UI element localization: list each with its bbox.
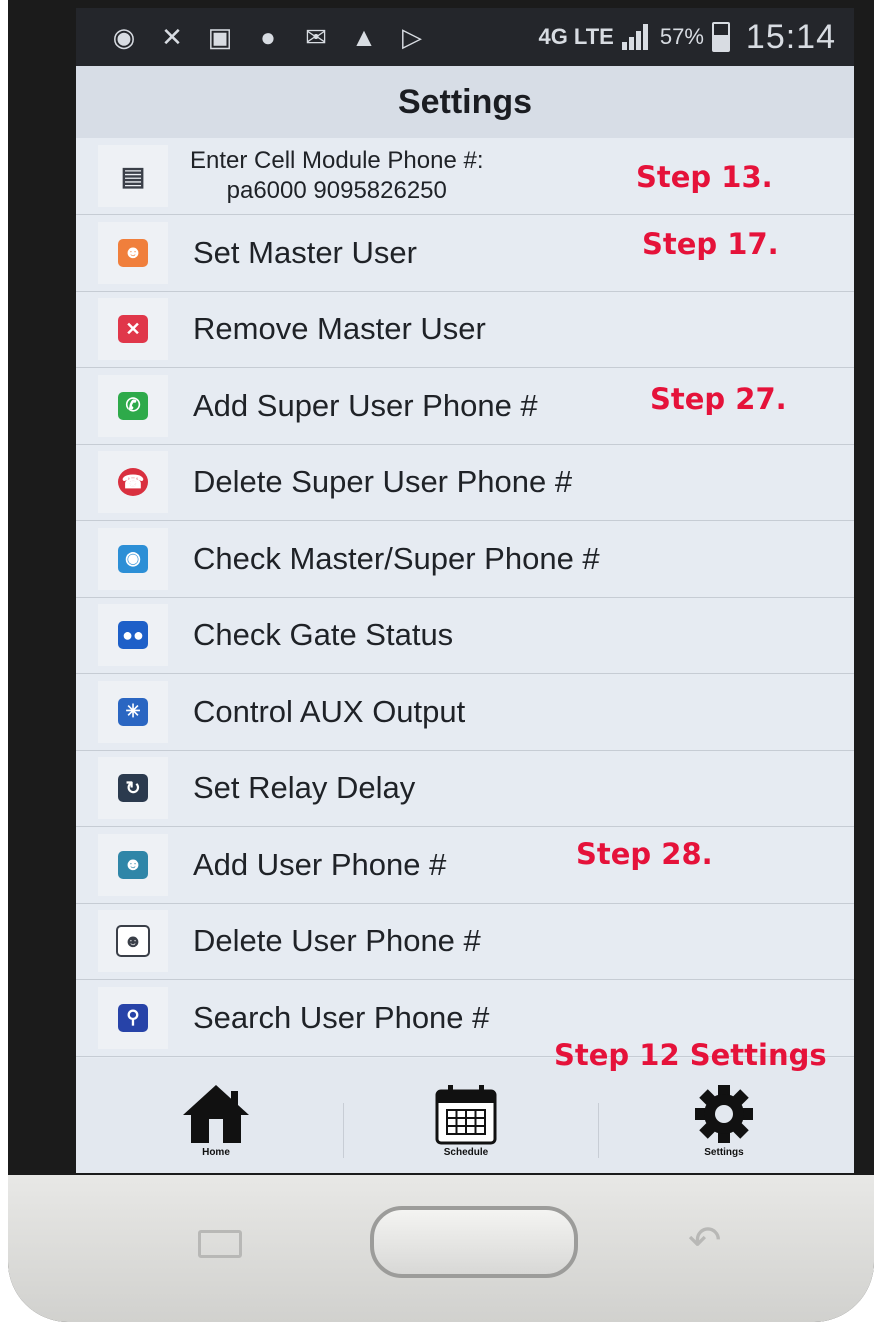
battery-percent: 57% (659, 24, 704, 49)
menu-item-label: Add Super User Phone # (193, 387, 538, 423)
icon-frame: ◉ (98, 527, 168, 590)
menu-item-label: Remove Master User (193, 311, 486, 347)
title-bar: Settings (76, 66, 854, 138)
nav-home-label: Home (202, 1147, 230, 1158)
calendar-icon (435, 1085, 497, 1145)
nav-settings[interactable]: Settings (664, 1083, 784, 1173)
search-icon: ⚲ (118, 1003, 148, 1032)
phone-body: ◉ ✕ ▣ ● ✉ ▲ ▷ 4G LTE 57% 15:14 Settings (8, 0, 874, 1322)
menu-item-label: Set Relay Delay (193, 770, 416, 806)
step-12-annotation: Step 12 Settings (554, 1038, 827, 1072)
icon-frame: ✳ (98, 680, 168, 743)
warning-icon: ▲ (351, 21, 377, 52)
notification-icons: ◉ ✕ ▣ ● ✉ ▲ ▷ (108, 22, 428, 53)
menu-item-check-gate-status[interactable]: ●● Check Gate Status (76, 598, 854, 674)
play-store-icon: ▷ (402, 21, 422, 52)
cell-module-line1: Enter Cell Module Phone #: (190, 147, 484, 174)
menu-item-label: Check Gate Status (193, 617, 454, 653)
icon-frame: ☻ (98, 833, 168, 896)
menu-item-remove-master[interactable]: ✕ Remove Master User (76, 292, 854, 368)
missed-call-icon: ✕ (161, 21, 183, 52)
cell-module-label: Enter Cell Module Phone #: pa6000 909582… (190, 146, 484, 206)
screen: ◉ ✕ ▣ ● ✉ ▲ ▷ 4G LTE 57% 15:14 Settings (76, 8, 854, 1173)
add-user-icon: ☻ (118, 850, 148, 879)
nav-divider (598, 1103, 599, 1158)
home-key[interactable] (370, 1206, 578, 1278)
menu-item-delete-super-user[interactable]: ☎ Delete Super User Phone # (76, 445, 854, 521)
icon-frame: ✕ (98, 298, 168, 361)
menu-item-label: Search User Phone # (193, 999, 490, 1035)
icon-frame: ●● (98, 604, 168, 667)
menu-item-label: Check Master/Super Phone # (193, 540, 600, 576)
menu-item-label: Control AUX Output (193, 693, 466, 729)
status-icon: ●● (118, 621, 148, 650)
icon-frame: ☻ (98, 910, 168, 973)
aux-icon: ✳ (118, 697, 148, 726)
status-bar: ◉ ✕ ▣ ● ✉ ▲ ▷ 4G LTE 57% 15:14 (76, 8, 854, 66)
network-indicator: 4G LTE (538, 24, 614, 49)
nav-divider (343, 1103, 344, 1158)
menu-item-delete-user[interactable]: ☻ Delete User Phone # (76, 904, 854, 980)
timer-icon: ↻ (118, 774, 148, 803)
phone-icon: ✆ (118, 391, 148, 420)
delete-phone-icon: ☎ (118, 468, 148, 497)
back-key-icon[interactable]: ↶ (688, 1218, 722, 1264)
icon-frame: ↻ (98, 757, 168, 820)
close-icon: ✕ (118, 315, 148, 344)
user-icon: ☻ (118, 238, 148, 267)
home-icon (183, 1085, 249, 1143)
list-add-icon: ▤ (120, 160, 146, 191)
voicemail-icon: ▣ (207, 21, 233, 52)
menu-item-set-relay-delay[interactable]: ↻ Set Relay Delay (76, 751, 854, 827)
eye-icon: ◉ (118, 544, 148, 573)
status-right: 4G LTE 57% 15:14 (538, 8, 836, 66)
icon-frame: ▤ (98, 145, 168, 207)
step-17-annotation: Step 17. (642, 227, 779, 261)
menu-item-control-aux[interactable]: ✳ Control AUX Output (76, 674, 854, 751)
gear-icon (695, 1085, 753, 1143)
nav-schedule-label: Schedule (443, 1147, 489, 1158)
nav-schedule[interactable]: Schedule (406, 1083, 526, 1173)
menu-item-label: Set Master User (193, 234, 417, 270)
menu-key[interactable] (198, 1230, 242, 1258)
menu-item-add-user[interactable]: ☻ Add User Phone # Step 28. (76, 827, 854, 904)
cell-module-line2: pa6000 9095826250 (226, 177, 447, 204)
icon-frame: ☎ (98, 451, 168, 514)
delete-user-icon: ☻ (116, 925, 150, 958)
menu-item-check-master-super[interactable]: ◉ Check Master/Super Phone # (76, 521, 854, 598)
nav-settings-label: Settings (704, 1147, 744, 1158)
icon-frame: ☻ (98, 221, 168, 284)
step-28-annotation: Step 28. (576, 837, 713, 871)
signal-icon (621, 24, 652, 50)
menu-item-add-super-user[interactable]: ✆ Add Super User Phone # Step 27. (76, 368, 854, 445)
alert-chat-icon: ● (260, 21, 276, 52)
step-13-annotation: Step 13. (636, 160, 773, 194)
battery-icon (711, 22, 730, 52)
menu-item-label: Delete Super User Phone # (193, 464, 573, 500)
menu-item-cell-module[interactable]: ▤ Enter Cell Module Phone #: pa6000 9095… (76, 138, 854, 215)
mail-icon: ✉ (305, 21, 327, 52)
menu-item-label: Delete User Phone # (193, 923, 481, 959)
clock: 15:14 (745, 17, 836, 56)
icon-frame: ✆ (98, 374, 168, 437)
page-title: Settings (397, 82, 533, 121)
bottom-nav: Home Schedule Settings (76, 1058, 854, 1173)
step-27-annotation: Step 27. (650, 382, 787, 416)
menu-item-set-master[interactable]: ☻ Set Master User Step 17. (76, 215, 854, 292)
icon-frame: ⚲ (98, 986, 168, 1049)
menu-item-label: Add User Phone # (193, 846, 447, 882)
wechat-icon: ◉ (112, 21, 136, 52)
nav-home[interactable]: Home (156, 1083, 276, 1173)
settings-list: ▤ Enter Cell Module Phone #: pa6000 9095… (76, 138, 854, 1057)
